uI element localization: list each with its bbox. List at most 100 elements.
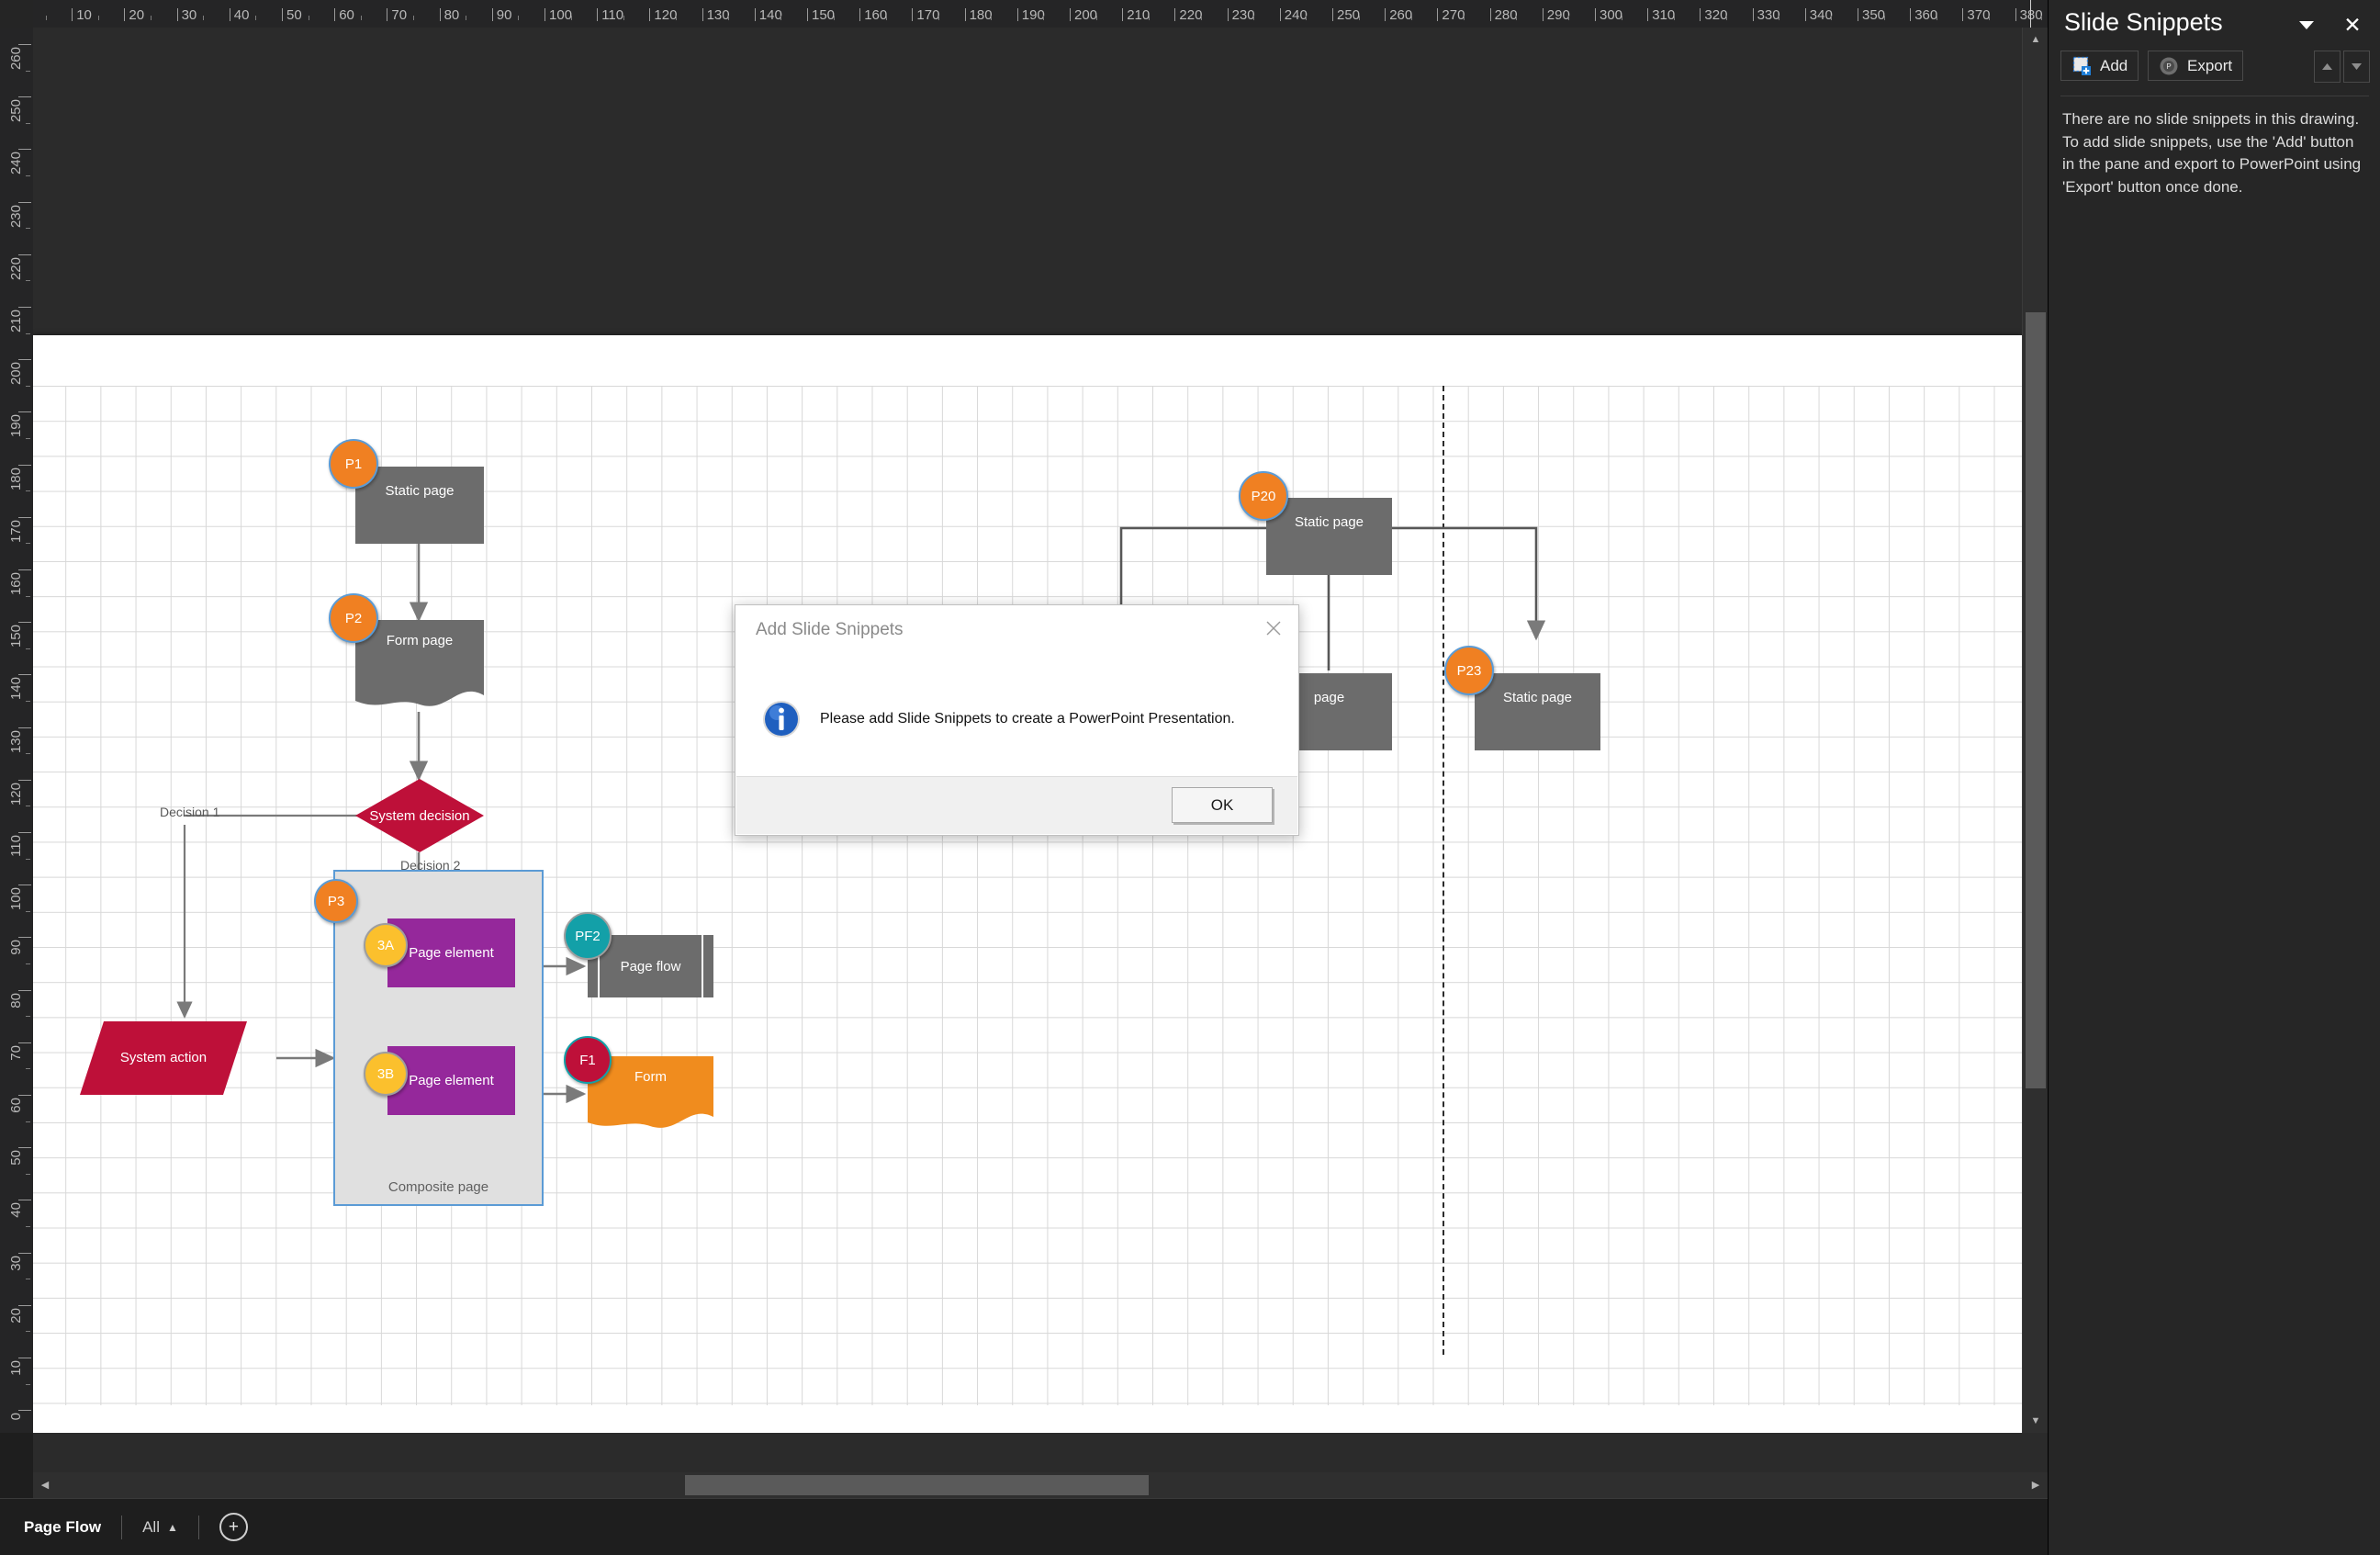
move-down-button[interactable] [2343, 51, 2370, 83]
ruler-minor-tick-v [26, 280, 30, 282]
shape-system-action[interactable]: System action [80, 1021, 247, 1095]
arrow-down-icon [2352, 63, 2362, 70]
ruler-minor-tick-v [26, 1226, 30, 1227]
badge-3a[interactable]: 3A [364, 923, 408, 967]
ruler-tick-h: 380 [2015, 7, 2043, 23]
add-slide-snippets-dialog[interactable]: Add Slide Snippets Please add Slide Snip… [735, 604, 1299, 836]
dialog-title: Add Slide Snippets [756, 620, 904, 639]
dialog-ok-button[interactable]: OK [1172, 787, 1273, 823]
scroll-up-icon[interactable]: ▲ [2026, 29, 2046, 50]
add-snippet-button[interactable]: Add [2060, 51, 2139, 81]
ruler-tick-v: 140 [8, 677, 24, 701]
shape-form-page-p2[interactable]: Form page [355, 620, 484, 712]
ruler-minor-tick-h [518, 16, 520, 20]
badge-f1[interactable]: F1 [564, 1036, 612, 1084]
scroll-down-icon[interactable]: ▼ [2026, 1411, 2046, 1431]
dialog-message: Please add Slide Snippets to create a Po… [820, 711, 1235, 727]
ruler-minor-tick-v [26, 701, 30, 702]
horizontal-scrollbar-thumb[interactable] [685, 1475, 1149, 1495]
ruler-minor-tick-h [991, 16, 993, 20]
ruler-minor-tick-v [26, 122, 30, 124]
ruler-tick-v: 150 [8, 625, 24, 648]
ruler-tick-line-v [18, 674, 31, 676]
ruler-tick-line-v [18, 989, 31, 991]
page-tab-page-flow[interactable]: Page Flow [24, 1518, 101, 1537]
ruler-minor-tick-h [833, 16, 835, 20]
badge-p2[interactable]: P2 [329, 593, 378, 643]
shape-page-element-3a[interactable]: Page element [387, 918, 515, 987]
ruler-minor-tick-h [1306, 16, 1308, 20]
panel-menu-chevron-down-icon[interactable] [2295, 15, 2318, 35]
scroll-right-icon[interactable]: ▶ [2026, 1475, 2046, 1495]
dialog-close-icon[interactable] [1258, 614, 1289, 642]
arrow-up-icon [2322, 63, 2332, 70]
ruler-minor-tick-v [26, 595, 30, 597]
badge-label: PF2 [575, 928, 601, 944]
ruler-minor-tick-v [26, 753, 30, 755]
ruler-tick-line-v [18, 1252, 31, 1254]
ruler-tick-line-v [18, 254, 31, 255]
shape-static-page-p20[interactable]: Static page [1266, 498, 1392, 575]
ruler-cursor-h [2030, 0, 2031, 28]
shape-static-page-p1[interactable]: Static page [355, 467, 484, 544]
ruler-minor-tick-v [26, 1016, 30, 1018]
scroll-right-glyph: ▶ [2031, 1479, 2040, 1491]
badge-p1[interactable]: P1 [329, 439, 378, 489]
move-up-button[interactable] [2314, 51, 2341, 83]
ruler-tick-line-v [18, 1042, 31, 1043]
badge-label: P1 [344, 456, 363, 472]
vertical-ruler[interactable]: 260 250 240 230 220 210 200 190 180 170 160 150 140 1… [0, 28, 34, 1433]
ruler-tick-line-v [18, 727, 31, 728]
badge-p23[interactable]: P23 [1444, 646, 1494, 695]
shape-label: Static page [385, 483, 455, 499]
export-button[interactable]: P Export [2148, 51, 2244, 81]
ruler-tick-line-v [18, 516, 31, 518]
add-page-button[interactable]: + [219, 1513, 248, 1541]
ruler-tick-line-v [18, 359, 31, 361]
all-pages-button[interactable]: All ▲ [142, 1518, 178, 1537]
badge-label: P3 [327, 893, 345, 909]
vertical-scrollbar-thumb[interactable] [2026, 312, 2046, 1088]
ruler-tick-h: 90 [491, 7, 512, 23]
ruler-tick-line-v [18, 569, 31, 570]
all-label: All [142, 1517, 160, 1536]
ruler-corner[interactable] [0, 0, 34, 28]
ruler-minor-tick-h [1043, 16, 1045, 20]
shape-system-decision[interactable]: System decision [355, 779, 484, 852]
ruler-minor-tick-v [26, 228, 30, 230]
ruler-minor-tick-h [413, 16, 414, 20]
shape-static-page-p23[interactable]: Static page [1475, 673, 1600, 750]
ruler-tick-v: 130 [8, 729, 24, 753]
scroll-up-glyph: ▲ [2030, 33, 2041, 45]
badge-pf2[interactable]: PF2 [564, 912, 612, 960]
ruler-tick-h: 270 [1437, 7, 1465, 23]
ruler-minor-tick-h [570, 16, 572, 20]
ruler-tick-line-v [18, 149, 31, 151]
ruler-minor-tick-v [26, 332, 30, 334]
ruler-tick-h: 350 [1857, 7, 1886, 23]
ruler-tick-h: 370 [1962, 7, 1991, 23]
ruler-minor-tick-v [26, 1383, 30, 1385]
badge-3b[interactable]: 3B [364, 1052, 408, 1096]
horizontal-scrollbar[interactable]: ◀ ▶ [33, 1472, 2048, 1498]
ruler-minor-tick-h [1883, 16, 1885, 20]
panel-close-icon[interactable]: ✕ [2337, 9, 2368, 40]
scroll-left-icon[interactable]: ◀ [35, 1475, 55, 1495]
badge-p20[interactable]: P20 [1239, 471, 1288, 521]
ruler-tick-line-v [18, 307, 31, 308]
ruler-tick-h: 20 [124, 7, 145, 23]
vertical-scrollbar[interactable]: ▲ ▼ [2022, 28, 2049, 1433]
ruler-tick-h: 70 [387, 7, 408, 23]
badge-p3[interactable]: P3 [314, 879, 358, 923]
ruler-minor-tick-v [26, 1331, 30, 1333]
drawing-canvas[interactable]: Decision 1 Decision 2 Static page P1 For… [33, 28, 2022, 1433]
ruler-tick-line-v [18, 464, 31, 466]
ruler-tick-h: 260 [1385, 7, 1413, 23]
ruler-tick-h: 300 [1594, 7, 1623, 23]
ruler-tick-v: 40 [8, 1202, 24, 1219]
ruler-minor-tick-h [1358, 16, 1360, 20]
horizontal-ruler[interactable]: 0102030405060708090100110120130140150160… [33, 0, 2048, 28]
shape-page-element-3b[interactable]: Page element [387, 1046, 515, 1115]
panel-toolbar: Add P Export [2049, 51, 2380, 85]
ruler-tick-h: 190 [1016, 7, 1045, 23]
